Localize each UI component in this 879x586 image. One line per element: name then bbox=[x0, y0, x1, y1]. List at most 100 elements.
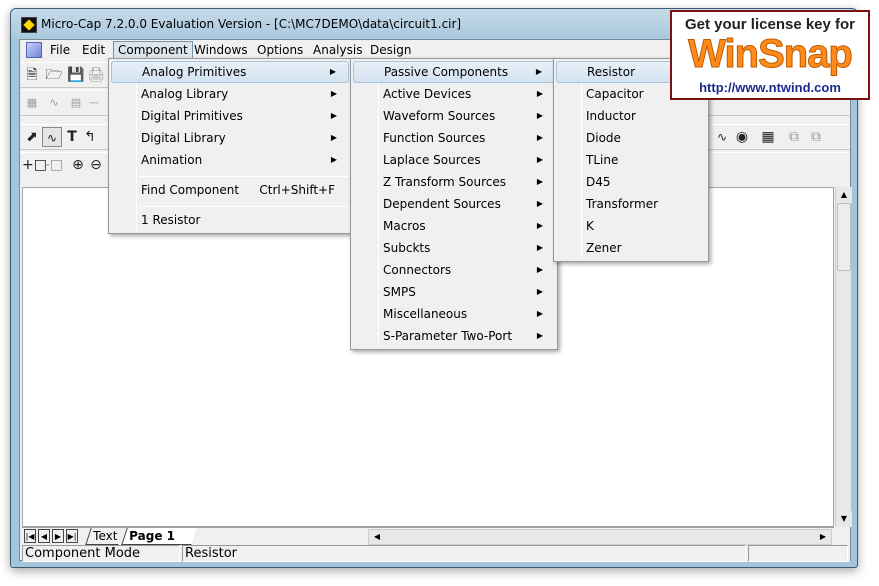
horizontal-scrollbar[interactable]: ◀ ▶ bbox=[368, 529, 832, 545]
waveform-icon[interactable]: ∿ bbox=[712, 127, 732, 147]
watermark-url: http://www.ntwind.com bbox=[699, 80, 841, 95]
select-arrow-icon[interactable]: ⬈ bbox=[22, 127, 42, 147]
status-component: Resistor bbox=[182, 545, 746, 562]
submenu-arrow-icon: ▶ bbox=[535, 67, 542, 76]
line-tool-icon[interactable]: ↰ bbox=[80, 127, 100, 147]
mdi-document-icon[interactable] bbox=[26, 42, 42, 58]
menu-edit[interactable]: Edit bbox=[78, 41, 109, 59]
save-icon[interactable]: 💾 bbox=[66, 65, 86, 85]
status-mode: Component Mode bbox=[22, 545, 180, 562]
submenu-arrow-icon: ▶ bbox=[330, 111, 337, 120]
menu-options[interactable]: Options bbox=[253, 41, 307, 59]
menu-windows[interactable]: Windows bbox=[190, 41, 252, 59]
menu-item-dependent-sources[interactable]: Dependent Sources ▶ bbox=[353, 193, 555, 215]
scroll-left-icon[interactable]: ◀ bbox=[369, 530, 385, 544]
menu-item-macros[interactable]: Macros ▶ bbox=[353, 215, 555, 237]
last-page-icon[interactable]: ▶| bbox=[66, 529, 78, 543]
submenu-arrow-icon: ▶ bbox=[536, 265, 543, 274]
submenu-arrow-icon: ▶ bbox=[536, 133, 543, 142]
add-page-icon[interactable]: +□ bbox=[22, 155, 47, 175]
menu-item-waveform-sources[interactable]: Waveform Sources ▶ bbox=[353, 105, 555, 127]
binoculars-icon[interactable]: ◉ bbox=[732, 127, 752, 147]
status-bar: Component Mode Resistor bbox=[22, 545, 850, 562]
menu-item-subckts[interactable]: Subckts ▶ bbox=[353, 237, 555, 259]
tab-text[interactable]: Text bbox=[85, 528, 125, 545]
prev-page-icon[interactable]: ◀ bbox=[38, 529, 50, 543]
submenu-arrow-icon: ▶ bbox=[329, 67, 336, 76]
open-folder-icon[interactable]: 🗁 bbox=[44, 65, 64, 85]
remove-page-icon[interactable]: -□ bbox=[44, 155, 64, 175]
window-title: Micro-Cap 7.2.0.0 Evaluation Version - [… bbox=[41, 17, 462, 31]
zoom-out-icon[interactable]: ⊖ bbox=[86, 155, 106, 175]
menu-design[interactable]: Design bbox=[366, 41, 415, 59]
menu-item-digital-primitives[interactable]: Digital Primitives ▶ bbox=[111, 105, 349, 127]
menu-item-s-parameter-two-port[interactable]: S-Parameter Two-Port ▶ bbox=[353, 325, 555, 347]
analog-primitives-menu: Passive Components ▶ Active Devices ▶ Wave… bbox=[350, 58, 558, 350]
submenu-arrow-icon: ▶ bbox=[330, 89, 337, 98]
menu-item-laplace-sources[interactable]: Laplace Sources ▶ bbox=[353, 149, 555, 171]
menu-component[interactable]: Component bbox=[113, 41, 193, 59]
submenu-arrow-icon: ▶ bbox=[536, 155, 543, 164]
menu-item-k[interactable]: K bbox=[556, 215, 706, 237]
menu-item-z-transform-sources[interactable]: Z Transform Sources ▶ bbox=[353, 171, 555, 193]
submenu-arrow-icon: ▶ bbox=[536, 89, 543, 98]
submenu-arrow-icon: ▶ bbox=[536, 221, 543, 230]
menu-item-smps[interactable]: SMPS ▶ bbox=[353, 281, 555, 303]
new-file-icon[interactable]: 🗎 bbox=[22, 65, 42, 85]
submenu-arrow-icon: ▶ bbox=[536, 177, 543, 186]
copy-gray-icon[interactable]: ⧉ bbox=[784, 127, 804, 147]
next-page-icon[interactable]: ▶ bbox=[52, 529, 64, 543]
zoom-in-icon[interactable]: ⊕ bbox=[68, 155, 88, 175]
menu-item-transformer[interactable]: Transformer bbox=[556, 193, 706, 215]
menu-item-passive-components[interactable]: Passive Components ▶ bbox=[353, 61, 555, 83]
submenu-arrow-icon: ▶ bbox=[536, 243, 543, 252]
grid-icon[interactable]: ▦ bbox=[22, 93, 42, 113]
submenu-arrow-icon: ▶ bbox=[536, 309, 543, 318]
menu-item-miscellaneous[interactable]: Miscellaneous ▶ bbox=[353, 303, 555, 325]
menu-item-analog-library[interactable]: Analog Library ▶ bbox=[111, 83, 349, 105]
scroll-up-icon[interactable]: ▲ bbox=[836, 187, 852, 203]
menu-item-inductor[interactable]: Inductor bbox=[556, 105, 706, 127]
page-tab-bar: |◀ ◀ ▶ ▶| Text Page 1 ◀ ▶ bbox=[22, 527, 834, 545]
scroll-right-icon[interactable]: ▶ bbox=[815, 530, 831, 544]
text-tool-icon[interactable]: T bbox=[62, 127, 82, 147]
vertical-scrollbar[interactable]: ▲ ▼ bbox=[835, 187, 852, 527]
table-icon[interactable]: ▤ bbox=[66, 93, 86, 113]
menu-item-connectors[interactable]: Connectors ▶ bbox=[353, 259, 555, 281]
paste-gray-icon[interactable]: ⧉ bbox=[806, 127, 826, 147]
status-extra bbox=[748, 545, 848, 562]
menu-separator bbox=[139, 176, 349, 177]
wire-icon[interactable]: ∿ bbox=[42, 127, 62, 147]
menu-item-recent-resistor[interactable]: 1 Resistor bbox=[111, 209, 349, 231]
menu-item-d45[interactable]: D45 bbox=[556, 171, 706, 193]
presentation-icon[interactable]: ▦ bbox=[758, 127, 778, 147]
probe-icon[interactable]: ⎓ bbox=[84, 93, 104, 113]
component-menu: Analog Primitives ▶ Analog Library ▶ Digit… bbox=[108, 58, 352, 234]
print-icon[interactable]: 🖨 bbox=[86, 65, 106, 85]
submenu-arrow-icon: ▶ bbox=[536, 331, 543, 340]
winsnap-logo: WinSnap bbox=[688, 32, 854, 77]
menu-item-analog-primitives[interactable]: Analog Primitives ▶ bbox=[111, 61, 349, 83]
menu-item-zener[interactable]: Zener bbox=[556, 237, 706, 259]
submenu-arrow-icon: ▶ bbox=[536, 287, 543, 296]
submenu-arrow-icon: ▶ bbox=[536, 111, 543, 120]
vertical-scroll-thumb[interactable] bbox=[837, 203, 851, 271]
menu-item-digital-library[interactable]: Digital Library ▶ bbox=[111, 127, 349, 149]
watermark-headline: Get your license key for bbox=[684, 16, 856, 33]
submenu-arrow-icon: ▶ bbox=[536, 199, 543, 208]
submenu-arrow-icon: ▶ bbox=[330, 155, 337, 164]
menu-item-tline[interactable]: TLine bbox=[556, 149, 706, 171]
menu-item-find-component[interactable]: Find Component Ctrl+Shift+F bbox=[111, 179, 349, 201]
wave-icon[interactable]: ∿ bbox=[44, 93, 64, 113]
menu-item-diode[interactable]: Diode bbox=[556, 127, 706, 149]
menu-item-active-devices[interactable]: Active Devices ▶ bbox=[353, 83, 555, 105]
menu-file[interactable]: File bbox=[46, 41, 74, 59]
tab-page-1[interactable]: Page 1 bbox=[121, 528, 197, 545]
app-icon[interactable] bbox=[21, 17, 37, 33]
menu-item-animation[interactable]: Animation ▶ bbox=[111, 149, 349, 171]
menu-analysis[interactable]: Analysis bbox=[309, 41, 366, 59]
scroll-down-icon[interactable]: ▼ bbox=[836, 511, 852, 527]
menu-item-function-sources[interactable]: Function Sources ▶ bbox=[353, 127, 555, 149]
submenu-arrow-icon: ▶ bbox=[330, 133, 337, 142]
first-page-icon[interactable]: |◀ bbox=[24, 529, 36, 543]
